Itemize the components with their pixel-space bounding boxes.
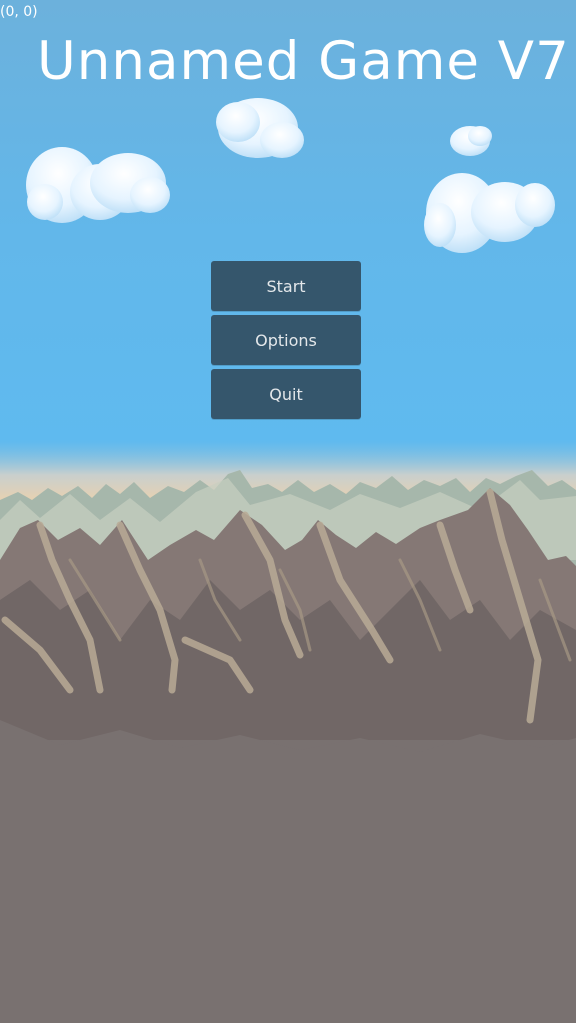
quit-button[interactable]: Quit (211, 369, 361, 419)
background-art (0, 0, 576, 1023)
game-scene: (0, 0) Unnamed Game V7 Start Options Qui… (0, 0, 576, 1023)
options-button[interactable]: Options (211, 315, 361, 365)
ground (0, 740, 576, 1023)
game-title: Unnamed Game V7 (37, 31, 570, 92)
coordinate-readout: (0, 0) (0, 4, 38, 20)
main-menu: Start Options Quit (211, 261, 361, 419)
start-button[interactable]: Start (211, 261, 361, 311)
